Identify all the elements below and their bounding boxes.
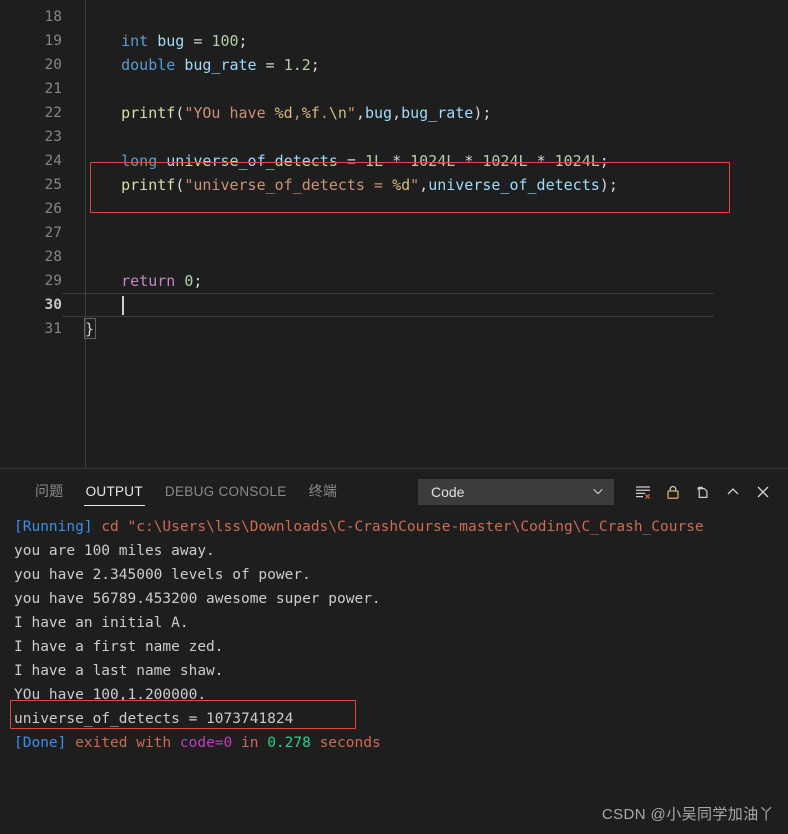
output-channel-value: Code <box>431 484 465 500</box>
line-number: 23 <box>44 129 62 145</box>
line-number: 18 <box>44 9 62 25</box>
line-number: 31 <box>44 321 62 337</box>
code-text: long universe_of_detects = 1L * 1024L * … <box>121 152 609 170</box>
line-number: 27 <box>44 225 62 241</box>
code-line-22[interactable]: 22 printf("YOu have %d,%f.\n",bug,bug_ra… <box>0 101 788 125</box>
line-number: 26 <box>44 201 62 217</box>
lock-scroll-icon[interactable] <box>658 477 688 507</box>
output-line: universe_of_detects = 1073741824 <box>14 711 294 727</box>
output-line: you have 2.345000 levels of power. <box>14 567 311 583</box>
code-line-25[interactable]: 25 printf("universe_of_detects = %d",uni… <box>0 173 788 197</box>
code-text: int bug = 100; <box>121 32 248 50</box>
output-line: [Running] cd "c:\Users\lss\Downloads\C-C… <box>14 519 704 535</box>
output-line: you have 56789.453200 awesome super powe… <box>14 591 381 607</box>
vscode-window: 18 19 int bug = 100; 20 double bug_rate = … <box>0 0 788 834</box>
line-number: 30 <box>44 297 62 313</box>
line-number: 24 <box>44 153 62 169</box>
code-line-20[interactable]: 20 double bug_rate = 1.2; <box>0 53 788 77</box>
output-line: I have an initial A. <box>14 615 189 631</box>
bracket-match-box <box>84 318 96 339</box>
code-line-29[interactable]: 29 return 0; <box>0 269 788 293</box>
code-text: double bug_rate = 1.2; <box>121 56 320 74</box>
line-number: 19 <box>44 33 62 49</box>
code-lines[interactable]: 18 19 int bug = 100; 20 double bug_rate = … <box>0 5 788 341</box>
code-text: printf("universe_of_detects = %d",univer… <box>121 176 618 194</box>
text-cursor <box>122 296 124 315</box>
panel-tabs[interactable]: 问题 OUTPUT DEBUG CONSOLE 终端 <box>0 469 348 513</box>
close-panel-icon[interactable] <box>748 477 778 507</box>
code-line-27[interactable]: 27 <box>0 221 788 245</box>
output-line: [Done] exited with code=0 in 0.278 secon… <box>14 735 381 751</box>
code-text: return 0; <box>121 272 203 290</box>
panel-tab-problems[interactable]: 问题 <box>24 469 75 513</box>
open-in-editor-icon[interactable] <box>688 477 718 507</box>
output-content[interactable]: [Running] cd "c:\Users\lss\Downloads\C-C… <box>0 513 788 834</box>
line-number: 20 <box>44 57 62 73</box>
clear-output-icon[interactable] <box>628 477 658 507</box>
line-number: 29 <box>44 273 62 289</box>
output-line: YOu have 100,1.200000. <box>14 687 207 703</box>
code-line-26[interactable]: 26 <box>0 197 788 221</box>
collapse-panel-icon[interactable] <box>718 477 748 507</box>
bottom-panel: 问题 OUTPUT DEBUG CONSOLE 终端 Code [Running… <box>0 468 788 834</box>
code-line-28[interactable]: 28 <box>0 245 788 269</box>
panel-tab-debug-console[interactable]: DEBUG CONSOLE <box>154 469 298 513</box>
code-line-23[interactable]: 23 <box>0 125 788 149</box>
line-number: 22 <box>44 105 62 121</box>
line-number: 25 <box>44 177 62 193</box>
watermark: CSDN @小吴同学加油丫 <box>601 806 774 823</box>
panel-header: 问题 OUTPUT DEBUG CONSOLE 终端 Code <box>0 469 788 513</box>
line-number: 21 <box>44 81 62 97</box>
current-line-highlight <box>62 293 714 317</box>
code-line-18[interactable]: 18 <box>0 5 788 29</box>
code-line-24[interactable]: 24 long universe_of_detects = 1L * 1024L… <box>0 149 788 173</box>
code-line-31[interactable]: 31} <box>0 317 788 341</box>
output-line: you are 100 miles away. <box>14 543 215 559</box>
code-line-30[interactable]: 30 <box>0 293 788 317</box>
output-channel-select[interactable]: Code <box>418 479 614 505</box>
panel-tab-output[interactable]: OUTPUT <box>75 469 154 513</box>
panel-tab-terminal[interactable]: 终端 <box>298 469 349 513</box>
line-number: 28 <box>44 249 62 265</box>
code-editor[interactable]: 18 19 int bug = 100; 20 double bug_rate = … <box>0 0 788 468</box>
output-line: I have a first name zed. <box>14 639 224 655</box>
chevron-down-icon <box>591 483 605 502</box>
code-line-21[interactable]: 21 <box>0 77 788 101</box>
code-line-19[interactable]: 19 int bug = 100; <box>0 29 788 53</box>
code-text: printf("YOu have %d,%f.\n",bug,bug_rate)… <box>121 104 492 122</box>
output-line: I have a last name shaw. <box>14 663 224 679</box>
panel-actions: Code <box>418 470 778 514</box>
